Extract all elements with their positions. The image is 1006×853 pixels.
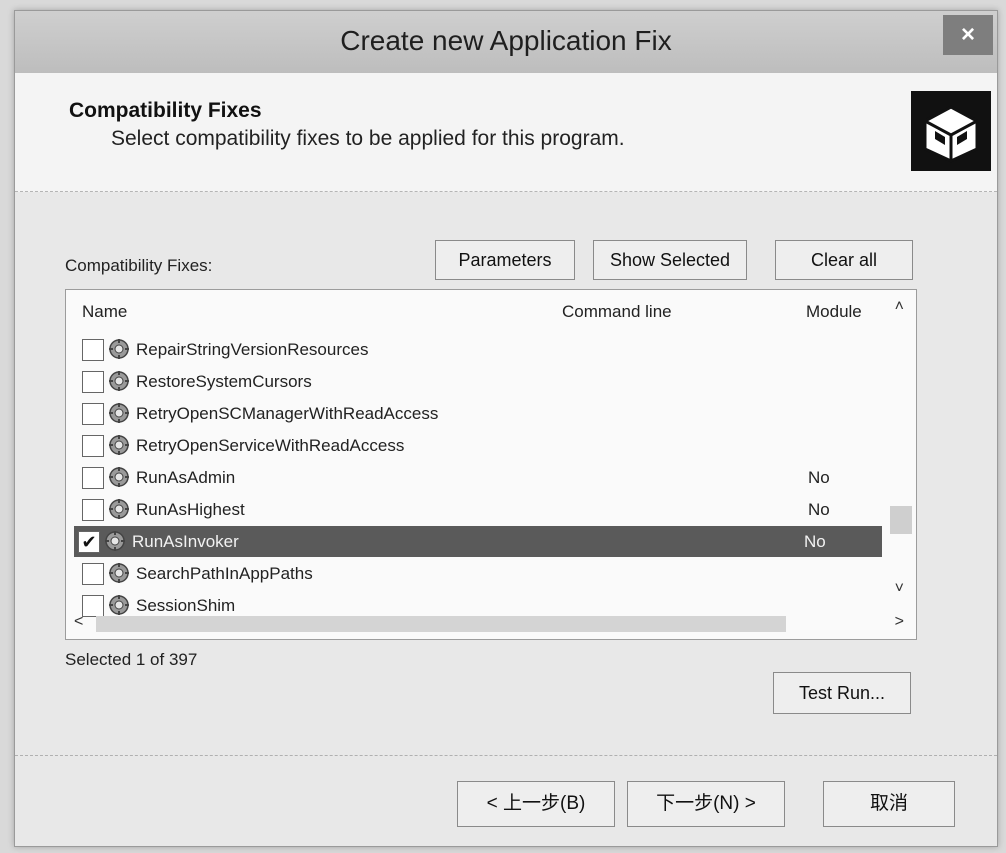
list-item[interactable]: ✔ RunAsInvoker No xyxy=(74,526,882,557)
fix-checkbox[interactable] xyxy=(82,339,104,361)
back-button[interactable]: < 上一步(B) xyxy=(457,781,615,827)
window-title: Create new Application Fix xyxy=(340,25,672,56)
fix-checkbox[interactable] xyxy=(82,435,104,457)
cancel-button[interactable]: 取消 xyxy=(823,781,955,827)
shim-gear-icon xyxy=(104,530,126,552)
wizard-body: Compatibility Fixes: Parameters Show Sel… xyxy=(15,192,997,714)
shim-gear-icon xyxy=(108,562,130,584)
close-button[interactable]: × xyxy=(943,15,993,55)
fix-module: No xyxy=(808,468,830,487)
fix-name: RepairStringVersionResources xyxy=(136,340,369,359)
vertical-scroll-thumb[interactable] xyxy=(890,506,912,534)
list-item[interactable]: RetryOpenServiceWithReadAccess xyxy=(78,430,878,461)
fix-checkbox[interactable] xyxy=(82,403,104,425)
fix-checkbox[interactable] xyxy=(82,371,104,393)
list-item[interactable]: RestoreSystemCursors xyxy=(78,366,878,397)
test-run-button[interactable]: Test Run... xyxy=(773,672,911,714)
show-selected-button[interactable]: Show Selected xyxy=(593,240,747,280)
scroll-right-icon[interactable]: > xyxy=(895,613,904,631)
scroll-down-icon[interactable]: ˅ xyxy=(895,580,904,598)
fix-module: No xyxy=(804,532,826,551)
shim-gear-icon xyxy=(108,402,130,424)
fix-name: RunAsAdmin xyxy=(136,468,236,487)
column-name-header[interactable]: Name xyxy=(82,302,127,322)
fix-name: RestoreSystemCursors xyxy=(136,372,312,391)
fix-name: RetryOpenSCManagerWithReadAccess xyxy=(136,404,439,423)
shim-gear-icon xyxy=(108,370,130,392)
fix-name: RetryOpenServiceWithReadAccess xyxy=(136,436,405,455)
list-item[interactable]: RepairStringVersionResources xyxy=(78,334,878,365)
title-bar: Create new Application Fix × xyxy=(15,11,997,73)
parameters-button[interactable]: Parameters xyxy=(435,240,575,280)
selected-count: Selected 1 of 397 xyxy=(65,650,198,669)
fix-module: No xyxy=(808,500,830,519)
shim-gear-icon xyxy=(108,498,130,520)
scroll-left-icon[interactable]: < xyxy=(74,613,83,631)
fixes-list-label: Compatibility Fixes: xyxy=(65,256,213,275)
dialog-window: Create new Application Fix × Compatibili… xyxy=(14,10,998,847)
fix-name: RunAsInvoker xyxy=(132,532,239,551)
next-button[interactable]: 下一步(N) > xyxy=(627,781,785,827)
clear-all-button[interactable]: Clear all xyxy=(775,240,913,280)
list-item[interactable]: RunAsHighest No xyxy=(78,494,878,525)
horizontal-scroll-thumb[interactable] xyxy=(96,616,786,632)
page-title: Compatibility Fixes xyxy=(69,99,262,122)
footer-divider xyxy=(15,755,997,756)
list-item[interactable]: RetryOpenSCManagerWithReadAccess xyxy=(78,398,878,429)
compat-wizard-icon xyxy=(911,91,991,171)
page-subtitle: Select compatibility fixes to be applied… xyxy=(111,127,625,150)
fix-name: SearchPathInAppPaths xyxy=(136,564,313,583)
fix-checkbox[interactable]: ✔ xyxy=(78,531,100,553)
shim-gear-icon xyxy=(108,466,130,488)
horizontal-scrollbar[interactable]: < > xyxy=(66,610,916,638)
fix-checkbox[interactable] xyxy=(82,467,104,489)
column-command-line-header[interactable]: Command line xyxy=(562,302,672,322)
fix-name: RunAsHighest xyxy=(136,500,245,519)
fixes-list[interactable]: Name Command line Module ˄ ˅ RepairStrin… xyxy=(65,289,917,640)
shim-gear-icon xyxy=(108,338,130,360)
close-icon: × xyxy=(960,21,975,48)
fix-checkbox[interactable] xyxy=(82,499,104,521)
list-header: Name Command line Module xyxy=(66,290,916,328)
column-module-header[interactable]: Module xyxy=(806,302,862,322)
scroll-up-icon[interactable]: ˄ xyxy=(895,298,904,316)
wizard-header: Compatibility Fixes Select compatibility… xyxy=(15,73,997,192)
shim-gear-icon xyxy=(108,434,130,456)
list-item[interactable]: RunAsAdmin No xyxy=(78,462,878,493)
fix-checkbox[interactable] xyxy=(82,563,104,585)
list-item[interactable]: SearchPathInAppPaths xyxy=(78,558,878,589)
